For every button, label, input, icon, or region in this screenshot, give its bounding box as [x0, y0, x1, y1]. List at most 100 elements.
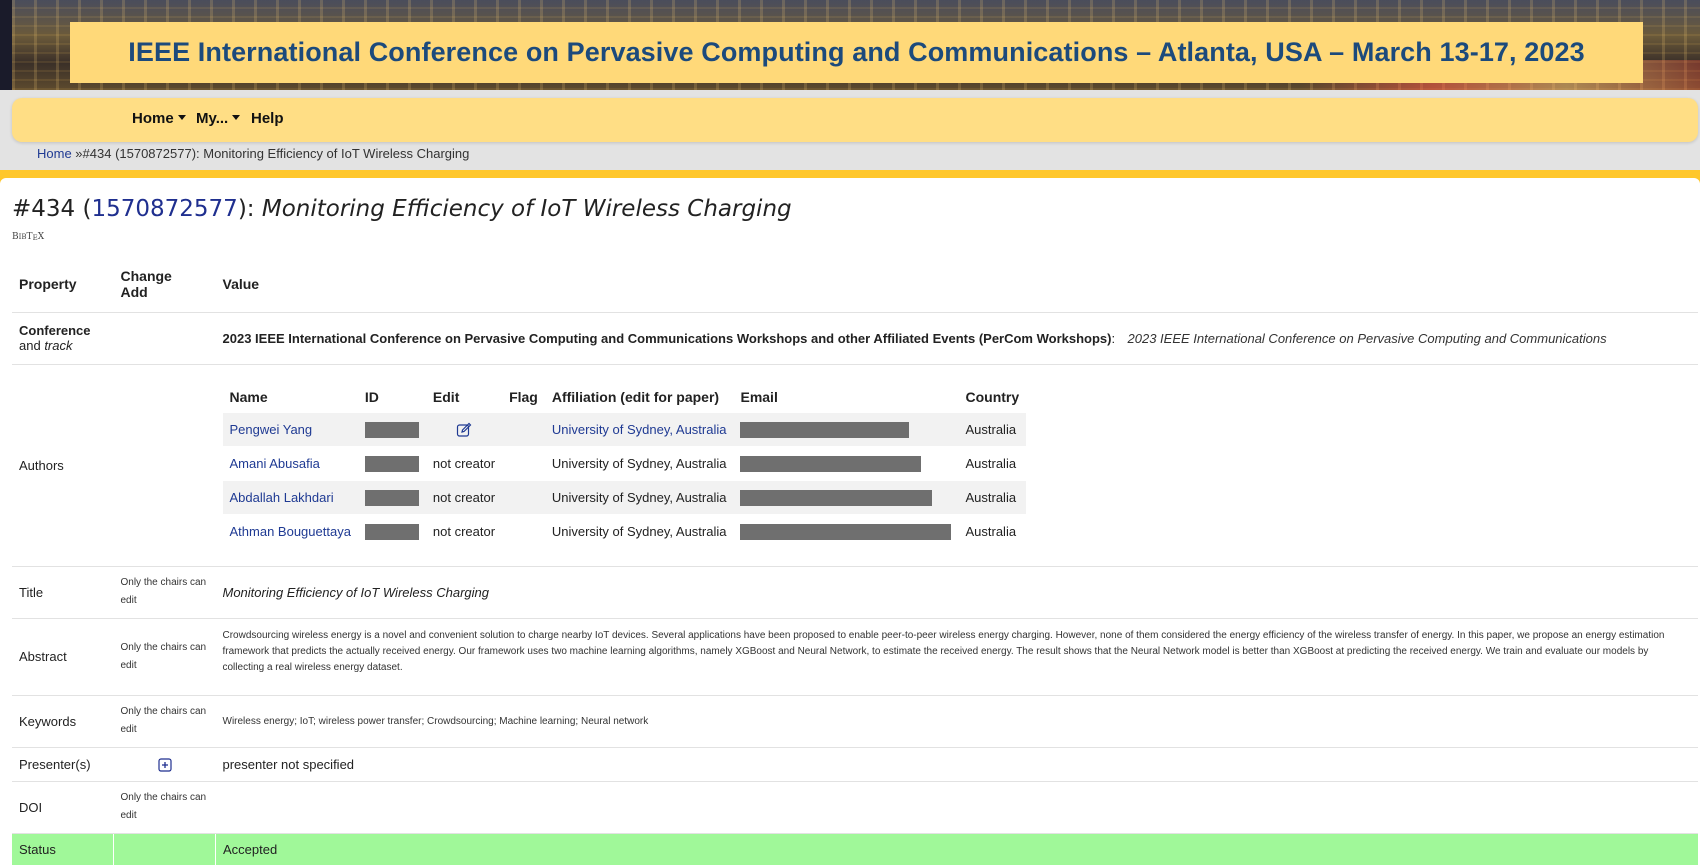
title-label: Title [12, 566, 114, 619]
redacted-id [364, 421, 419, 438]
breadcrumb-separator: » [71, 146, 83, 161]
conference-change [113, 312, 216, 365]
title-row: Title Only the chairs can edit Monitorin… [12, 566, 1698, 619]
paper-id-link[interactable]: 1570872577 [91, 196, 237, 222]
author-id-cell [357, 413, 426, 447]
conference-title: IEEE International Conference on Pervasi… [128, 37, 1585, 67]
caret-down-icon [177, 115, 186, 120]
conference-colon: : [1111, 330, 1116, 346]
abstract-value: Crowdsourcing wireless energy is a novel… [215, 618, 1698, 696]
authors-value: Name ID Edit Flag Affiliation (edit for … [215, 364, 1698, 567]
not-creator-text: not creator [432, 490, 496, 505]
status-value: Accepted [215, 833, 1698, 865]
keywords-row: Keywords Only the chairs can edit Wirele… [12, 695, 1698, 748]
header-property: Property [12, 256, 114, 313]
author-id-cell [357, 480, 426, 515]
presenters-row: Presenter(s) presenter not specified [12, 747, 1698, 782]
author-flag-cell [502, 480, 545, 515]
breadcrumb-home-link[interactable]: Home [37, 146, 72, 161]
author-name-link[interactable]: Amani Abusafia [230, 456, 320, 471]
keywords-chairs-note: Only the chairs can edit [113, 695, 216, 748]
title-chairs-note: Only the chairs can edit [113, 566, 216, 619]
conference-label: Conference and track [12, 312, 114, 365]
affiliation-text: University of Sydney, Australia [551, 456, 727, 471]
paper-title: Monitoring Efficiency of IoT Wireless Ch… [261, 196, 792, 222]
author-name-cell: Amani Abusafia [222, 446, 358, 481]
author-flag-cell [502, 446, 545, 481]
title-value: Monitoring Efficiency of IoT Wireless Ch… [215, 566, 1698, 619]
redacted-email [740, 523, 952, 540]
nav-my-menu[interactable]: My... [196, 110, 241, 127]
breadcrumb: Home »#434 (1570872577): Monitoring Effi… [37, 146, 469, 161]
navbar: Home My... Help [12, 98, 1698, 142]
author-edit-cell [425, 413, 503, 447]
nav-my-label: My... [196, 110, 229, 127]
keywords-value: Wireless energy; IoT; wireless power tra… [215, 695, 1698, 748]
and-text: and [19, 338, 45, 353]
author-flag-cell [502, 413, 545, 447]
author-name-cell: Abdallah Lakhdari [222, 480, 358, 515]
author-edit-cell: not creator [425, 514, 503, 549]
authors-table: Name ID Edit Flag Affiliation (edit for … [222, 381, 1027, 549]
paper-number: #434 [12, 196, 76, 222]
redacted-id [364, 489, 419, 506]
banner-title-box: IEEE International Conference on Pervasi… [70, 22, 1643, 83]
author-name-link[interactable]: Athman Bouguettaya [230, 524, 351, 539]
conference-name: 2023 IEEE International Conference on Pe… [222, 330, 1112, 346]
authors-header-row: Name ID Edit Flag Affiliation (edit for … [223, 381, 1027, 413]
nav-help[interactable]: Help [251, 110, 284, 127]
add-presenter-icon[interactable] [157, 758, 172, 772]
paren-open: ( [75, 196, 92, 222]
breadcrumb-current: #434 (1570872577): Monitoring Efficiency… [82, 146, 470, 161]
authors-col-id: ID [364, 389, 379, 405]
author-id-cell [357, 446, 426, 481]
author-country-cell: Australia [958, 480, 1027, 515]
author-name-cell: Pengwei Yang [222, 413, 358, 447]
authors-col-flag: Flag [509, 389, 538, 405]
author-country: Australia [965, 524, 1017, 539]
status-row: Status Accepted [12, 833, 1698, 865]
presenters-add [113, 747, 216, 782]
authors-col-name: Name [229, 389, 268, 405]
redacted-email [740, 455, 922, 472]
page-title: #434 (1570872577): Monitoring Efficiency… [12, 196, 792, 222]
header-banner: IEEE International Conference on Pervasi… [0, 0, 1700, 90]
edit-icon[interactable] [456, 422, 472, 438]
table-header-row: Property Change Add Value [12, 256, 1698, 313]
redacted-email [740, 489, 933, 506]
paper-properties-table: Property Change Add Value Conference and… [12, 256, 1698, 865]
author-email-cell [733, 514, 959, 549]
author-edit-cell: not creator [425, 446, 503, 481]
authors-col-edit: Edit [432, 389, 460, 405]
conference-row: Conference and track 2023 IEEE Internati… [12, 312, 1698, 365]
paren-close: ): [237, 196, 262, 222]
authors-col-country: Country [965, 389, 1020, 405]
author-name-link[interactable]: Pengwei Yang [230, 422, 313, 437]
header-change-add: Change Add [113, 256, 216, 313]
author-country-cell: Australia [958, 514, 1027, 549]
author-email-cell [733, 413, 959, 447]
nav-home-menu[interactable]: Home [132, 110, 186, 127]
author-country: Australia [965, 490, 1017, 505]
affiliation-text: University of Sydney, Australia [551, 524, 727, 539]
not-creator-text: not creator [432, 524, 496, 539]
author-country: Australia [965, 456, 1017, 471]
redacted-id [364, 455, 419, 472]
author-name-link[interactable]: Abdallah Lakhdari [230, 490, 334, 505]
redacted-id [364, 523, 419, 540]
conference-label-sub: and track [19, 338, 107, 353]
conference-value: 2023 IEEE International Conference on Pe… [215, 312, 1698, 365]
affiliation-link[interactable]: University of Sydney, Australia [552, 422, 727, 437]
author-flag-cell [502, 514, 545, 549]
author-affiliation-cell: University of Sydney, Australia [544, 514, 734, 549]
author-affiliation-cell: University of Sydney, Australia [544, 446, 734, 481]
bibtex-link[interactable]: BIBTEX [12, 232, 44, 242]
author-country-cell: Australia [958, 413, 1027, 447]
authors-row: Authors Name ID Edit Flag Affiliation (e… [12, 364, 1698, 567]
abstract-row: Abstract Only the chairs can edit Crowds… [12, 618, 1698, 696]
author-row: Pengwei Yang University of Sydney, Austra… [222, 413, 1027, 447]
presenters-value: presenter not specified [215, 747, 1698, 782]
author-email-cell [733, 446, 959, 481]
authors-change [113, 364, 216, 567]
status-label: Status [12, 833, 114, 865]
